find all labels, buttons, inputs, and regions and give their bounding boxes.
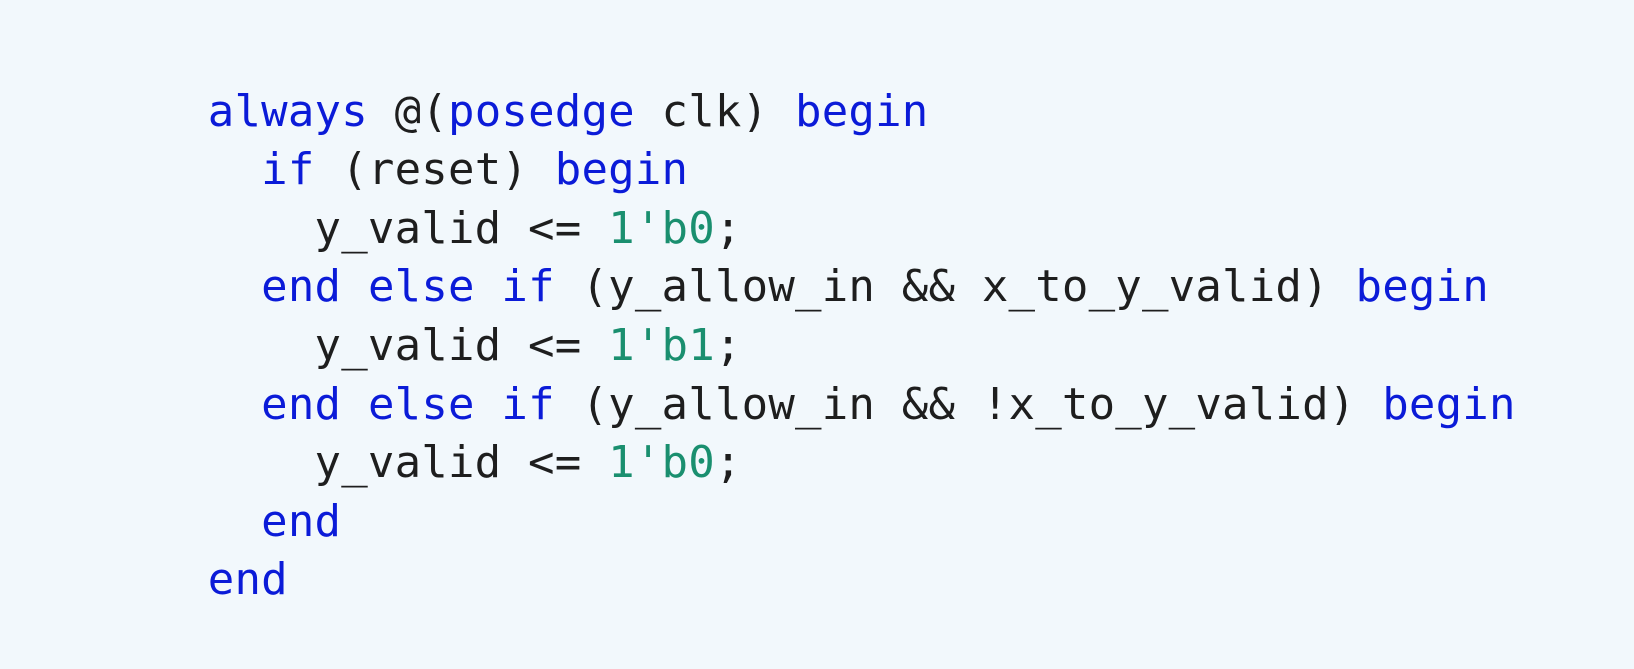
code-token: (y_allow_in && x_to_y_valid): [554, 261, 1356, 313]
code-token: else: [367, 378, 475, 430]
code-token: (reset): [314, 144, 555, 196]
code-token: end: [261, 378, 342, 430]
code-token: y_valid <=: [207, 319, 609, 371]
code-token: y_valid <=: [207, 202, 609, 254]
code-token: 1'b0: [608, 437, 715, 489]
code-token: begin: [1382, 378, 1516, 430]
code-token: y_valid <=: [207, 437, 609, 489]
code-line: always @(posedge clk) begin: [101, 24, 1634, 137]
code-token: @(: [367, 85, 448, 137]
code-token: posedge: [448, 85, 635, 137]
code-token: if: [501, 261, 555, 313]
code-token: begin: [1355, 261, 1489, 313]
code-token: clk): [634, 85, 795, 137]
code-token: 1'b0: [608, 202, 715, 254]
code-token: (y_allow_in && !x_to_y_valid): [554, 378, 1383, 430]
code-token: ;: [714, 437, 742, 489]
code-token: if: [261, 144, 315, 196]
code-token: 1'b1: [608, 319, 715, 371]
code-block: always @(posedge clk) begin if (reset) b…: [0, 0, 1634, 605]
code-token: else: [367, 261, 475, 313]
code-token: begin: [795, 85, 929, 137]
code-token: ;: [714, 202, 742, 254]
code-token: end: [261, 495, 342, 547]
code-token: always: [207, 85, 368, 137]
code-token: begin: [554, 144, 689, 196]
code-token: ;: [714, 319, 742, 371]
code-token: if: [501, 378, 555, 430]
code-token: end: [261, 261, 342, 313]
code-token: end: [207, 554, 288, 606]
